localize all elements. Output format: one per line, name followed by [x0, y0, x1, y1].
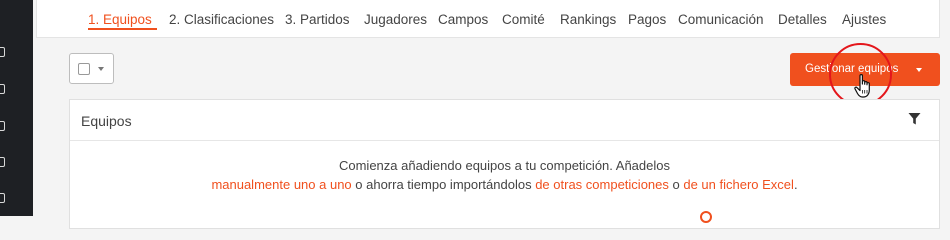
tab-campos[interactable]: Campos [438, 12, 488, 27]
tab-pagos[interactable]: Pagos [628, 12, 666, 27]
panel-header: Equipos [70, 100, 939, 141]
tab-detalles[interactable]: Detalles [778, 12, 827, 27]
import-excel-link[interactable]: de un fichero Excel [683, 177, 794, 192]
loading-spinner [700, 211, 712, 223]
tab-comunicacion[interactable]: Comunicación [678, 12, 764, 27]
select-all-dropdown[interactable] [69, 53, 114, 84]
tab-bar: 1. Equipos 2. Clasificaciones 3. Partido… [36, 0, 940, 38]
empty-text-or: o ahorra tiempo importándolos [351, 177, 536, 192]
sidebar-icon-1[interactable] [0, 47, 5, 57]
empty-text-end: . [793, 177, 798, 192]
empty-text-line1: Comienza añadiendo equipos a tu competic… [338, 158, 670, 173]
select-all-checkbox[interactable] [78, 63, 90, 75]
empty-state-message: Comienza añadiendo equipos a tu competic… [70, 156, 939, 194]
chevron-down-icon [98, 67, 104, 71]
tab-rankings[interactable]: Rankings [560, 12, 616, 27]
sidebar-icon-4[interactable] [0, 157, 5, 167]
import-other-competitions-link[interactable]: de otras competiciones [535, 177, 669, 192]
tab-clasificaciones[interactable]: 2. Clasificaciones [169, 12, 274, 27]
chevron-down-icon [916, 68, 922, 72]
empty-text-or2: o [668, 177, 684, 192]
sidebar [0, 0, 33, 216]
manage-teams-label: Gestionar equipos [805, 63, 899, 75]
tab-equipos[interactable]: 1. Equipos [88, 12, 152, 27]
hand-pointer-icon [854, 74, 870, 98]
sidebar-icon-5[interactable] [0, 193, 5, 203]
sidebar-icon-3[interactable] [0, 121, 5, 131]
tab-comite[interactable]: Comité [502, 12, 545, 27]
teams-panel: Equipos Comienza añadiendo equipos a tu … [69, 99, 940, 229]
filter-icon[interactable] [908, 112, 921, 126]
panel-title: Equipos [81, 113, 132, 129]
active-tab-underline [88, 28, 157, 30]
tab-ajustes[interactable]: Ajustes [842, 12, 886, 27]
add-manually-link[interactable]: manualmente uno a uno [211, 177, 351, 192]
sidebar-icon-2[interactable] [0, 84, 5, 94]
tab-partidos[interactable]: 3. Partidos [285, 12, 350, 27]
tab-jugadores[interactable]: Jugadores [364, 12, 427, 27]
